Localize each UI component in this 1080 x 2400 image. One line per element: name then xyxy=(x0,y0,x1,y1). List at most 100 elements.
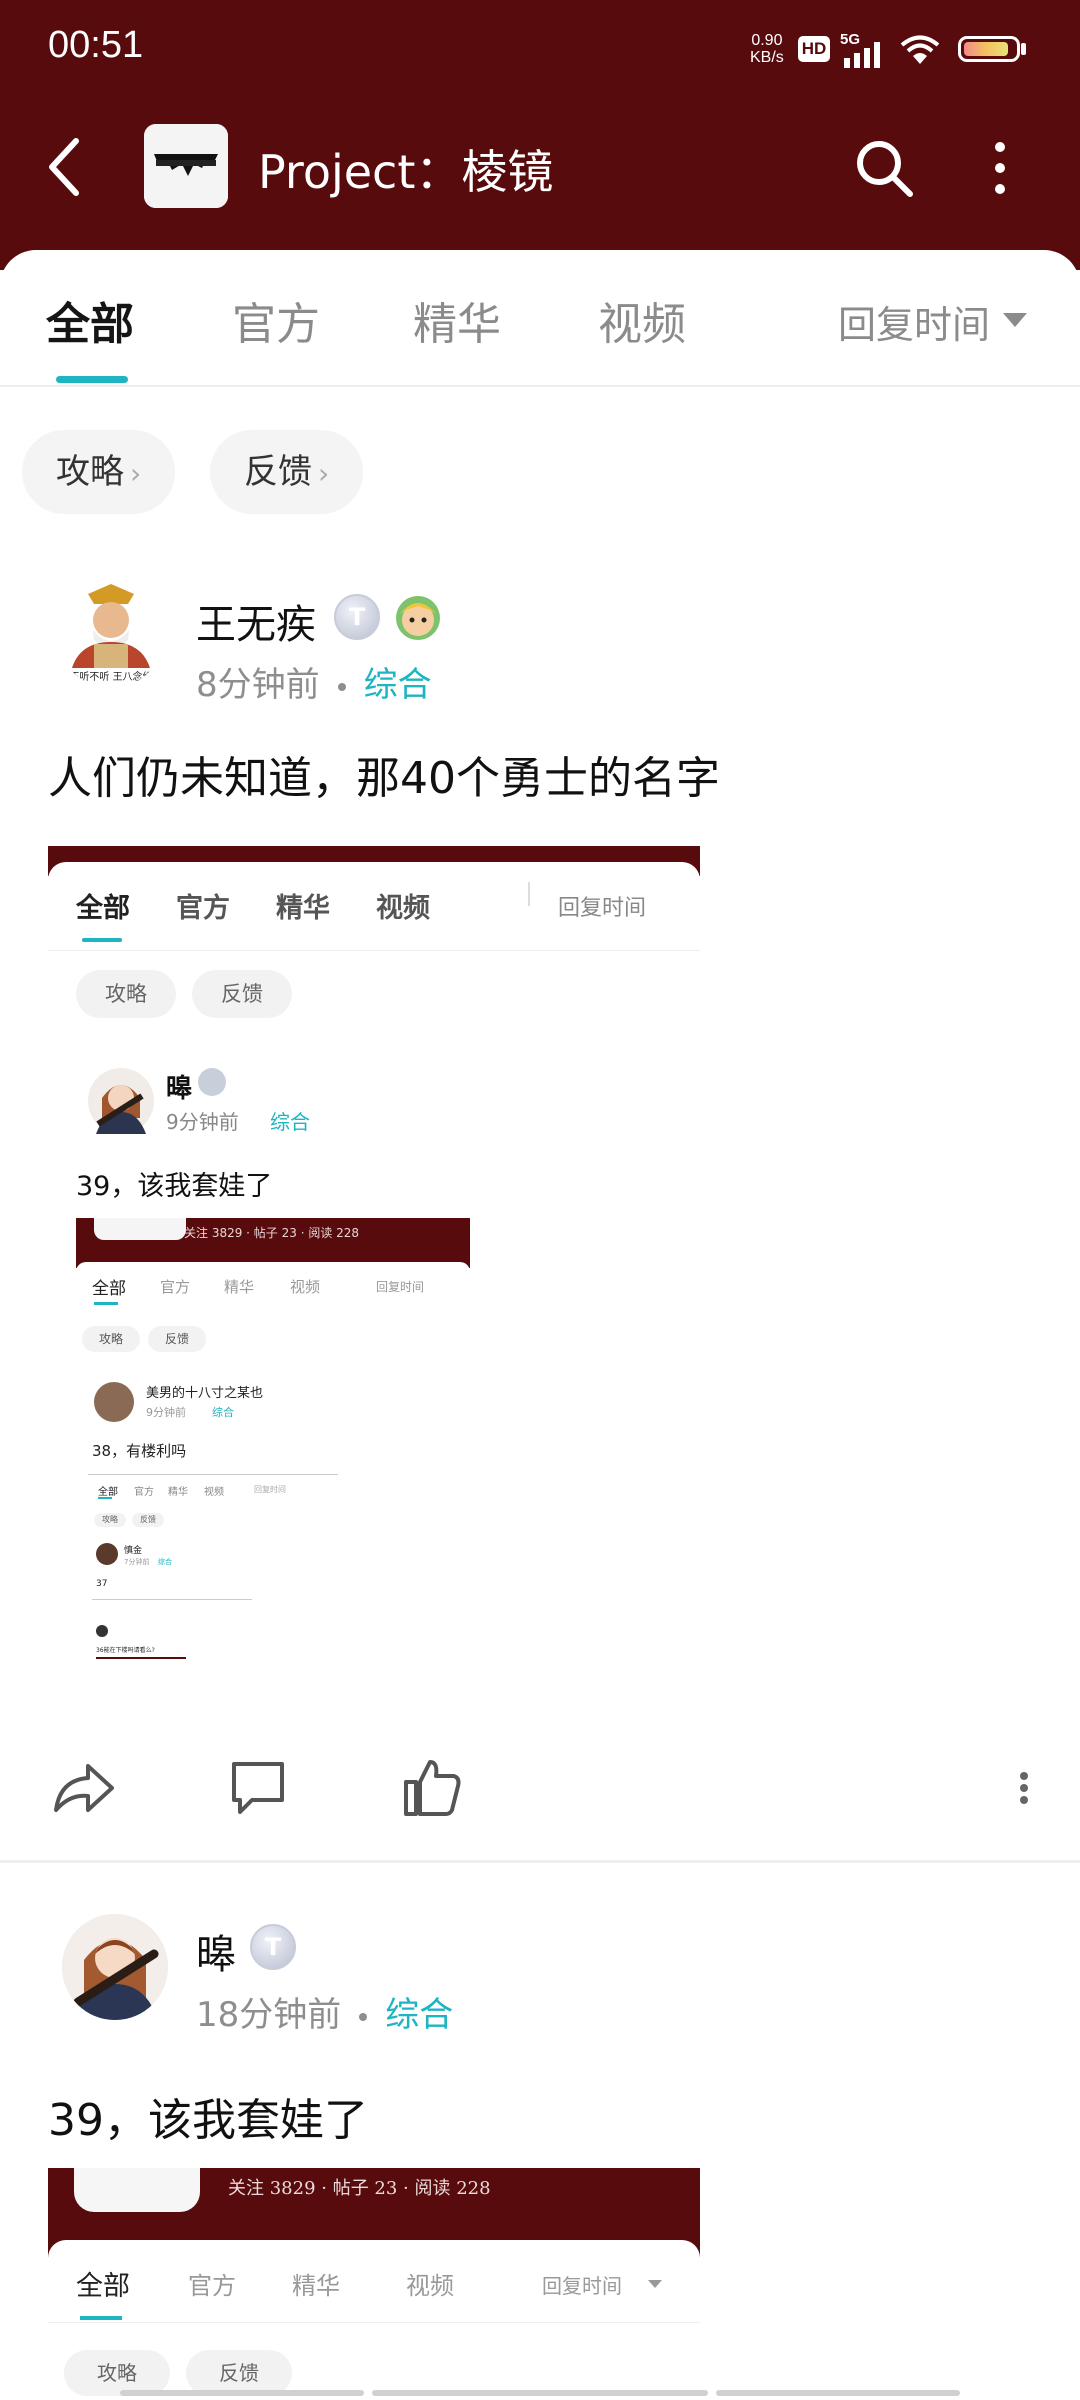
post-meta: 8分钟前 综合 xyxy=(196,657,432,706)
filter-chip-guide[interactable]: 攻略 › xyxy=(22,430,176,514)
nested-text: 38，有楼利吗 xyxy=(92,1442,187,1460)
post-author[interactable]: 王无疾 xyxy=(196,592,316,650)
embedded-tab-all: 全部 xyxy=(76,893,130,924)
scroll-indicator xyxy=(372,2390,708,2396)
wifi-icon xyxy=(900,35,940,64)
scroll-indicator xyxy=(716,2390,960,2396)
post-category[interactable]: 综合 xyxy=(385,1995,453,2035)
battery-nub xyxy=(1021,43,1026,55)
filter-chip-feedback[interactable]: 反馈 › xyxy=(210,430,364,514)
embedded-chip: 攻略 xyxy=(76,970,176,1018)
nested-time: 9分钟前 xyxy=(146,1406,186,1419)
deepest-text: 36能在下楼吗请看么? xyxy=(96,1647,155,1654)
share-icon[interactable] xyxy=(48,1752,120,1824)
deep-text: 37 xyxy=(96,1579,108,1589)
net-speed-value: 0.90 xyxy=(751,32,783,49)
comment-icon[interactable] xyxy=(222,1752,294,1824)
embedded-tab-all: 全部 xyxy=(76,2271,130,2302)
tab-official[interactable]: 官方 xyxy=(232,288,320,352)
network-type-label: 5G xyxy=(840,31,860,48)
more-options-icon[interactable] xyxy=(976,138,1024,198)
nested-author: 美男的十八寸之某也 xyxy=(146,1386,264,1401)
tab-video[interactable]: 视频 xyxy=(598,288,686,352)
nested-tab: 官方 xyxy=(160,1278,191,1296)
post-image[interactable]: 全部 官方 精华 视频 回复时间 攻略 反馈 暤 9分钟前 综合 39，该我套娃… xyxy=(48,846,700,1704)
avatar[interactable]: 不听不听 王八念经 xyxy=(58,582,164,688)
nested-sort: 回复时间 xyxy=(376,1280,425,1294)
deep-category: 综合 xyxy=(158,1558,172,1566)
embedded-tab-featured: 精华 xyxy=(292,2272,340,2300)
deep-tab: 全部 xyxy=(98,1487,118,1498)
status-bar: 00:51 0.90 KB/s HD 5G xyxy=(0,0,1080,100)
chevron-right-icon: › xyxy=(318,457,330,490)
deep-time: 7分钟前 xyxy=(124,1558,150,1566)
forum-logo xyxy=(144,124,228,208)
avatar-caption: 不听不听 王八念经 xyxy=(58,668,164,683)
deep-chip: 反馈 xyxy=(132,1513,164,1527)
scroll-indicator xyxy=(120,2390,364,2396)
post-author[interactable]: 暤 xyxy=(196,1922,236,1980)
post-content[interactable]: 人们仍未知道，那40个勇士的名字 xyxy=(48,742,720,806)
chevron-right-icon: › xyxy=(130,457,142,490)
embedded-author: 暤 xyxy=(166,1074,193,1104)
tab-all[interactable]: 全部 xyxy=(46,288,134,352)
back-icon[interactable] xyxy=(40,135,90,200)
nested-tab: 视频 xyxy=(290,1278,321,1296)
nested-category: 综合 xyxy=(212,1406,234,1419)
like-icon[interactable] xyxy=(396,1752,468,1824)
active-tab-indicator xyxy=(56,376,128,383)
deep-sort: 回复时间 xyxy=(254,1485,286,1494)
embedded-avatar xyxy=(88,1068,154,1134)
post-time: 8分钟前 xyxy=(196,665,320,705)
embedded-tab-featured: 精华 xyxy=(276,893,330,924)
embedded-time: 9分钟前 xyxy=(166,1110,239,1134)
net-speed-unit: KB/s xyxy=(750,49,784,66)
search-icon[interactable] xyxy=(852,136,916,200)
post-image[interactable]: 关注 3829 · 帖子 23 · 阅读 228 全部 官方 精华 视频 回复时… xyxy=(48,2168,700,2400)
hd-icon: HD xyxy=(798,36,830,62)
embedded-text: 39，该我套娃了 xyxy=(76,1171,273,1202)
signal-5g-icon: 5G xyxy=(840,31,880,68)
embedded-tab-video: 视频 xyxy=(376,893,430,924)
nested-tab: 全部 xyxy=(92,1279,126,1299)
embedded-tab-video: 视频 xyxy=(406,2272,454,2300)
embedded-chip: 反馈 xyxy=(192,970,292,1018)
post-divider xyxy=(0,1860,1080,1863)
tab-featured[interactable]: 精华 xyxy=(413,288,501,352)
embedded-category: 综合 xyxy=(270,1110,310,1134)
post-category[interactable]: 综合 xyxy=(364,665,432,705)
deep-chip: 攻略 xyxy=(94,1513,126,1527)
nested-stats: 关注 3829 · 帖子 23 · 阅读 228 xyxy=(184,1226,360,1240)
post-more-icon[interactable] xyxy=(1000,1752,1072,1824)
filter-chip-label: 反馈 xyxy=(244,452,312,492)
net-speed: 0.90 KB/s xyxy=(750,32,784,66)
level-badge-icon: T xyxy=(250,1924,296,1970)
deep-tab: 视频 xyxy=(204,1487,224,1498)
embedded-tab-official: 官方 xyxy=(188,2272,236,2300)
embedded-stats: 关注 3829 · 帖子 23 · 阅读 228 xyxy=(228,2178,491,2199)
post-meta: 18分钟前 综合 xyxy=(196,1987,453,2036)
level-badge-icon: T xyxy=(334,594,380,640)
medal-avatar-icon xyxy=(396,596,440,640)
deep-tab: 精华 xyxy=(168,1487,188,1498)
filter-chip-label: 攻略 xyxy=(56,452,124,492)
deep-nested-image: 全部 官方 精华 视频 回复时间 攻略 反馈 慎金 7分钟前 综合 37 36能… xyxy=(88,1474,338,1704)
page-title: Project：棱镜 xyxy=(258,145,554,199)
nested-chip: 反馈 xyxy=(148,1326,206,1352)
nested-chip: 攻略 xyxy=(82,1326,140,1352)
sort-dropdown[interactable]: 回复时间 xyxy=(838,294,990,349)
embedded-sort: 回复时间 xyxy=(558,896,647,921)
sort-caret-icon[interactable] xyxy=(1003,313,1027,327)
post-time: 18分钟前 xyxy=(196,1995,342,2035)
battery-icon xyxy=(958,36,1020,62)
avatar[interactable] xyxy=(62,1914,168,2020)
deep-tab: 官方 xyxy=(134,1487,154,1498)
embedded-nested-image: 关注 3829 · 帖子 23 · 阅读 228 全部 官方 精华 视频 回复时… xyxy=(76,1218,470,1704)
post-content[interactable]: 39，该我套娃了 xyxy=(48,2084,368,2148)
tab-divider xyxy=(0,385,1080,387)
nested-tab: 精华 xyxy=(224,1278,255,1296)
deep-author: 慎金 xyxy=(124,1546,143,1556)
status-time: 00:51 xyxy=(48,24,144,66)
embedded-tab-official: 官方 xyxy=(176,893,230,924)
embedded-sort: 回复时间 xyxy=(542,2274,622,2298)
